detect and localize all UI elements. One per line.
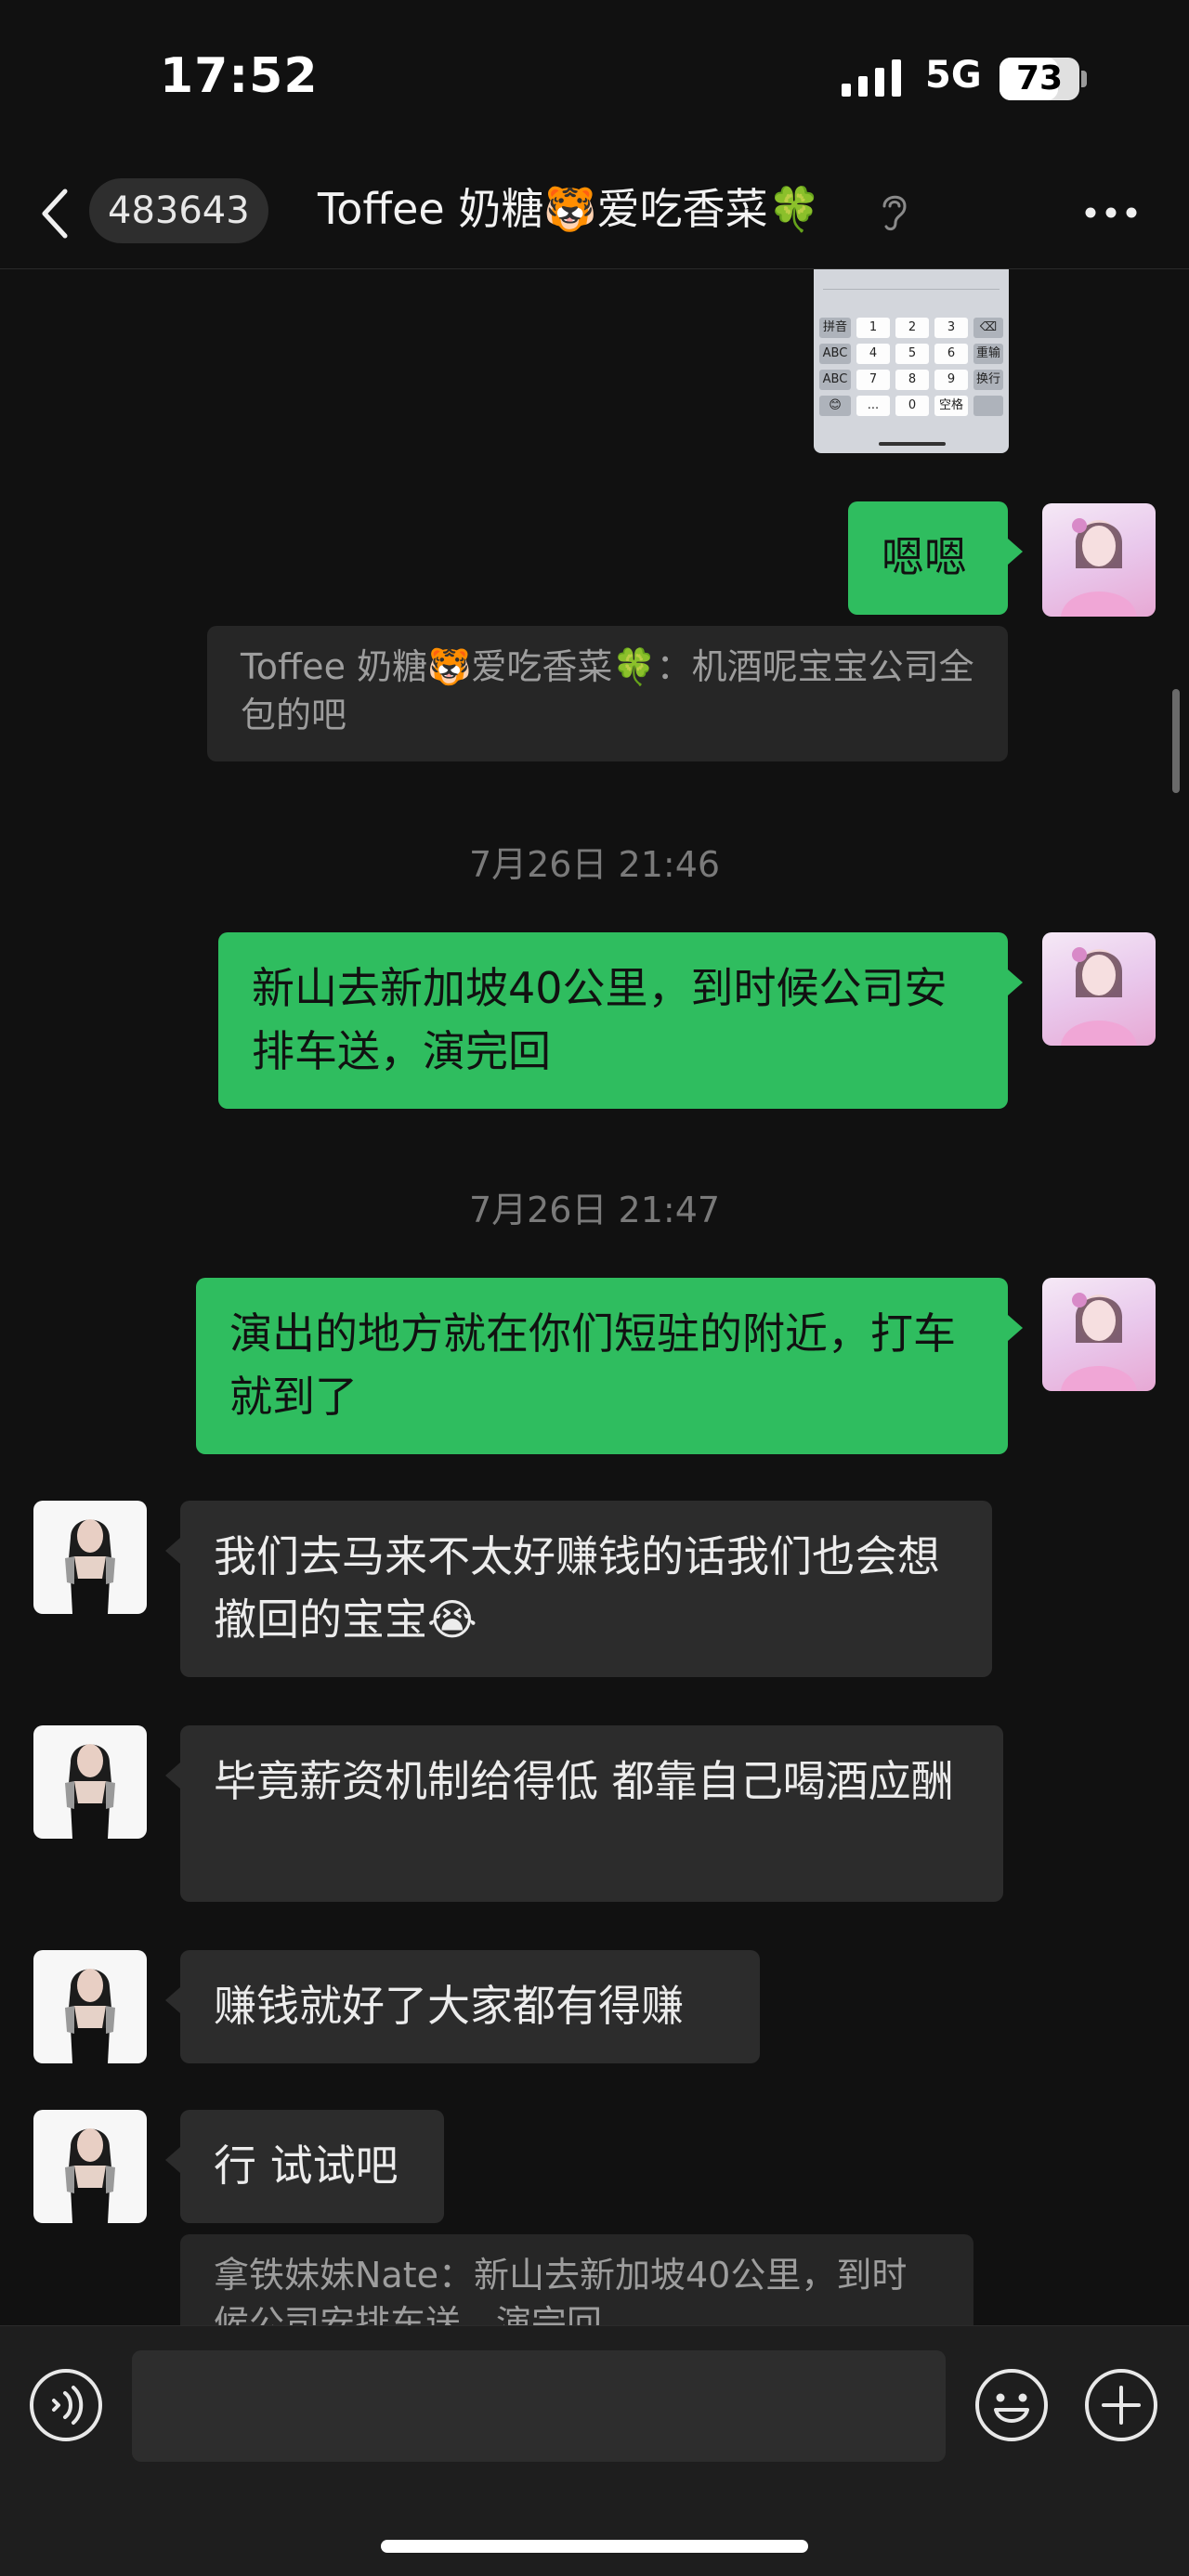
keypad-key: 拼音 [819, 318, 851, 338]
bubble-tail [1008, 969, 1023, 995]
keypad-key: ABC [819, 344, 851, 364]
bubble-tail [165, 1987, 180, 2013]
message-bubble-contact[interactable]: 我们去马来不太好赚钱的话我们也会想撤回的宝宝😭 [180, 1501, 992, 1677]
bubble-tail [165, 1538, 180, 1564]
avatar-portrait-icon [1061, 1293, 1137, 1391]
keypad-key: 4 [856, 344, 890, 364]
battery-percent: 73 [1015, 59, 1064, 98]
avatar-portrait-icon [65, 1744, 115, 1839]
network-type: 5G [925, 54, 982, 97]
keypad-screenshot-image[interactable]: 拼音 1 2 3 ⌫ ABC 4 5 6 重输 ABC 7 8 9 换行 😊 .… [814, 269, 1009, 453]
keypad-key: 换行 [973, 370, 1003, 390]
keypad-key: 3 [934, 318, 968, 338]
avatar-portrait-icon [65, 1969, 115, 2063]
message-bubble-contact[interactable]: 行 试试吧 [180, 2110, 444, 2223]
keypad-key: 7 [856, 370, 890, 390]
keypad-key: 2 [895, 318, 929, 338]
avatar-portrait-icon [1061, 518, 1137, 617]
keypad-key: 重输 [973, 344, 1003, 364]
contact-avatar[interactable] [33, 1950, 147, 2063]
message-bubble-contact[interactable]: 毕竟薪资机制给得低 都靠自己喝酒应酬 [180, 1725, 1003, 1902]
my-avatar[interactable] [1042, 1278, 1156, 1391]
emoji-icon[interactable] [973, 2367, 1050, 2443]
chevron-left-icon[interactable] [37, 186, 74, 241]
quoted-message[interactable]: Toffee 奶糖🐯爱吃香菜🍀：机酒呢宝宝公司全包的吧 [207, 626, 1008, 761]
bubble-tail [1008, 539, 1023, 565]
quoted-message[interactable]: 拿铁妹妹Nate：新山去新加坡40公里，到时候公司安排车送，演完回 [180, 2234, 973, 2325]
clock: 17:52 [160, 48, 319, 104]
keypad-key: ... [856, 396, 890, 416]
input-bar [0, 2325, 1189, 2576]
keypad-key [973, 396, 1003, 416]
avatar-portrait-icon [65, 1519, 115, 1614]
keypad-key: 8 [895, 370, 929, 390]
message-list[interactable]: 拼音 1 2 3 ⌫ ABC 4 5 6 重输 ABC 7 8 9 换行 😊 .… [0, 269, 1189, 2325]
keypad-key: 5 [895, 344, 929, 364]
home-indicator[interactable] [381, 2540, 808, 2553]
avatar-portrait-icon [1061, 947, 1137, 1046]
message-bubble-contact[interactable]: 赚钱就好了大家都有得赚 [180, 1950, 760, 2063]
avatar-portrait-icon [65, 2128, 115, 2223]
plus-icon[interactable] [1083, 2367, 1159, 2443]
timestamp: 7月26日 21:46 [468, 844, 721, 885]
voice-icon[interactable] [28, 2367, 104, 2443]
bubble-tail [165, 2147, 180, 2173]
bubble-tail [165, 1763, 180, 1789]
battery-icon: 73 [1000, 58, 1079, 100]
scrollbar[interactable] [1172, 689, 1180, 793]
chat-title: Toffee 奶糖🐯爱吃香菜🍀 [318, 184, 821, 234]
my-avatar[interactable] [1042, 932, 1156, 1046]
home-indicator-mini [879, 442, 946, 446]
timestamp: 7月26日 21:47 [468, 1190, 721, 1230]
ear-icon [882, 195, 907, 231]
message-bubble-mine[interactable]: 新山去新加坡40公里，到时候公司安排车送，演完回 [218, 932, 1008, 1109]
message-bubble-mine[interactable]: 嗯嗯 [848, 501, 1008, 615]
keypad-key: 9 [934, 370, 968, 390]
keypad-key: 0 [895, 396, 929, 416]
keypad-key: 6 [934, 344, 968, 364]
unread-count-badge[interactable]: 483643 [89, 178, 268, 243]
keypad-key: 空格 [934, 396, 968, 416]
keypad-key: ABC [819, 370, 851, 390]
keypad-key: 1 [856, 318, 890, 338]
bubble-tail [1008, 1315, 1023, 1341]
message-input[interactable] [132, 2350, 946, 2462]
my-avatar[interactable] [1042, 503, 1156, 617]
message-bubble-mine[interactable]: 演出的地方就在你们短驻的附近，打车就到了 [196, 1278, 1008, 1454]
more-icon[interactable] [1081, 199, 1141, 227]
contact-avatar[interactable] [33, 1501, 147, 1614]
status-bar: 17:52 5G 73 [0, 0, 1189, 158]
contact-avatar[interactable] [33, 2110, 147, 2223]
signal-icon [842, 59, 901, 97]
keypad-key: 😊 [819, 396, 851, 416]
contact-avatar[interactable] [33, 1725, 147, 1839]
chat-header: 483643 Toffee 奶糖🐯爱吃香菜🍀 [0, 158, 1189, 269]
battery-tip [1081, 71, 1087, 87]
keypad-key: ⌫ [973, 318, 1003, 338]
